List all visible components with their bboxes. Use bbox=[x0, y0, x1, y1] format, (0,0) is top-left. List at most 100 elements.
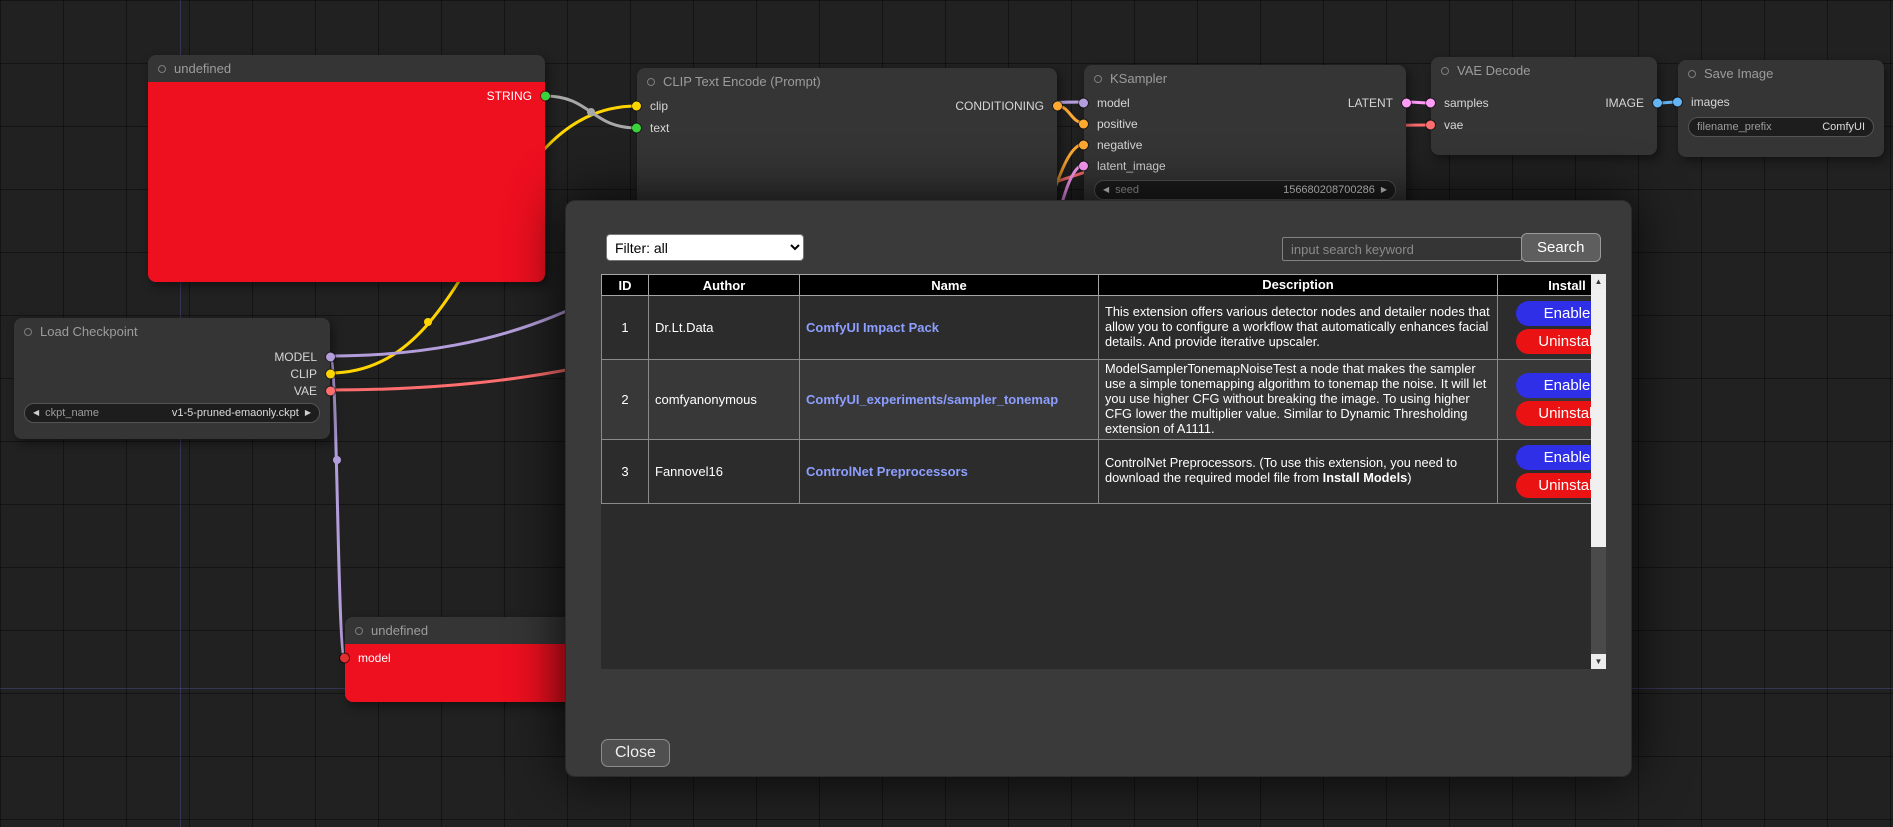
model-input-label: model bbox=[1097, 96, 1130, 110]
search-input[interactable] bbox=[1282, 237, 1522, 261]
wire-midpoint-dot bbox=[587, 108, 595, 116]
node-body: MODEL CLIP VAE ◀ ckpt_name v1-5-pruned-e… bbox=[14, 345, 330, 439]
image-output-dot[interactable] bbox=[1653, 99, 1662, 108]
model-input-dot[interactable] bbox=[340, 654, 349, 663]
node-title: Load Checkpoint bbox=[40, 324, 138, 339]
wire-model-to-undefined bbox=[330, 356, 345, 659]
next-arrow-icon[interactable]: ▶ bbox=[305, 409, 311, 417]
model-input-label: model bbox=[358, 651, 391, 665]
vae-input-dot[interactable] bbox=[1426, 121, 1435, 130]
extension-id: 3 bbox=[602, 439, 649, 503]
collapse-toggle-icon[interactable] bbox=[1094, 75, 1102, 83]
ckpt-name-label: ckpt_name bbox=[45, 407, 99, 419]
node-title: Save Image bbox=[1704, 66, 1773, 81]
extension-description: ModelSamplerTonemapNoiseTest a node that… bbox=[1099, 360, 1498, 440]
images-input-dot[interactable] bbox=[1673, 98, 1682, 107]
string-output-label: STRING bbox=[487, 89, 532, 103]
extension-id: 2 bbox=[602, 360, 649, 440]
extension-description: ControlNet Preprocessors. (To use this e… bbox=[1099, 439, 1498, 503]
node-header[interactable]: undefined bbox=[345, 617, 575, 644]
node-load-checkpoint[interactable]: Load Checkpoint MODEL CLIP VAE ◀ ckpt_na… bbox=[14, 318, 330, 439]
vae-input-label: vae bbox=[1444, 118, 1463, 132]
clip-output-label: CLIP bbox=[290, 367, 317, 381]
extensions-table-body: 1Dr.Lt.DataComfyUI Impact PackThis exten… bbox=[602, 296, 1607, 504]
search-button[interactable]: Search bbox=[1521, 233, 1601, 262]
extension-link[interactable]: ComfyUI_experiments/sampler_tonemap bbox=[806, 392, 1058, 407]
close-button[interactable]: Close bbox=[601, 739, 670, 767]
node-header[interactable]: Load Checkpoint bbox=[14, 318, 330, 345]
filename-prefix-label: filename_prefix bbox=[1697, 121, 1772, 133]
custom-nodes-dialog: Filter: all Search ID Author Name Descri… bbox=[565, 200, 1632, 777]
extension-row: 3Fannovel16ControlNet PreprocessorsContr… bbox=[602, 439, 1607, 503]
node-vae-decode[interactable]: VAE Decode samples IMAGE vae bbox=[1431, 57, 1657, 155]
extensions-table-container: ID Author Name Description Install 1Dr.L… bbox=[601, 274, 1606, 669]
model-input-dot[interactable] bbox=[1079, 98, 1088, 107]
conditioning-output-dot[interactable] bbox=[1053, 102, 1062, 111]
images-input-label: images bbox=[1691, 95, 1730, 109]
clip-input-dot[interactable] bbox=[632, 102, 641, 111]
conditioning-output-label: CONDITIONING bbox=[955, 99, 1044, 113]
scrollbar-down-icon[interactable]: ▼ bbox=[1591, 654, 1606, 669]
wire-string bbox=[545, 96, 637, 128]
negative-input-label: negative bbox=[1097, 138, 1142, 152]
collapse-toggle-icon[interactable] bbox=[24, 328, 32, 336]
node-undefined-model[interactable]: undefined model bbox=[345, 617, 575, 702]
filename-prefix-value: ComfyUI bbox=[1822, 121, 1865, 133]
node-header[interactable]: Save Image bbox=[1678, 60, 1884, 87]
ckpt-name-widget[interactable]: ◀ ckpt_name v1-5-pruned-emaonly.ckpt ▶ bbox=[24, 403, 320, 423]
scrollbar-up-icon[interactable]: ▲ bbox=[1591, 274, 1606, 289]
node-body: STRING bbox=[148, 82, 545, 282]
node-title: VAE Decode bbox=[1457, 63, 1530, 78]
model-output-dot[interactable] bbox=[326, 352, 335, 361]
extensions-table: ID Author Name Description Install 1Dr.L… bbox=[601, 274, 1606, 504]
clip-input-label: clip bbox=[650, 99, 668, 113]
scrollbar[interactable]: ▲ ▼ bbox=[1591, 274, 1606, 669]
extension-install-cell: EnableUninstall bbox=[1498, 360, 1607, 440]
node-header[interactable]: CLIP Text Encode (Prompt) bbox=[637, 68, 1057, 95]
header-install: Install bbox=[1498, 275, 1607, 296]
positive-input-dot[interactable] bbox=[1079, 119, 1088, 128]
header-name: Name bbox=[800, 275, 1099, 296]
samples-input-dot[interactable] bbox=[1426, 99, 1435, 108]
extension-id: 1 bbox=[602, 296, 649, 360]
extension-row: 2comfyanonymous ComfyUI_experiments/sampl… bbox=[602, 360, 1607, 440]
collapse-toggle-icon[interactable] bbox=[158, 65, 166, 73]
extension-author: comfyanonymous bbox=[649, 360, 800, 440]
extension-author: Dr.Lt.Data bbox=[649, 296, 800, 360]
collapse-toggle-icon[interactable] bbox=[1688, 70, 1696, 78]
node-header[interactable]: KSampler bbox=[1084, 65, 1406, 92]
increment-arrow-icon[interactable]: ▶ bbox=[1381, 186, 1387, 194]
previous-arrow-icon[interactable]: ◀ bbox=[33, 409, 39, 417]
collapse-toggle-icon[interactable] bbox=[355, 627, 363, 635]
model-output-label: MODEL bbox=[274, 350, 317, 364]
node-save-image[interactable]: Save Image images filename_prefix ComfyU… bbox=[1678, 60, 1884, 157]
decrement-arrow-icon[interactable]: ◀ bbox=[1103, 186, 1109, 194]
scrollbar-thumb[interactable] bbox=[1591, 289, 1606, 547]
collapse-toggle-icon[interactable] bbox=[647, 78, 655, 86]
filter-select[interactable]: Filter: all bbox=[606, 234, 804, 261]
extension-link[interactable]: ComfyUI Impact Pack bbox=[806, 320, 939, 335]
clip-output-dot[interactable] bbox=[326, 369, 335, 378]
node-body: images filename_prefix ComfyUI bbox=[1678, 87, 1884, 157]
seed-widget[interactable]: ◀ seed 156680208700286 ▶ bbox=[1094, 180, 1396, 200]
node-undefined-string[interactable]: undefined STRING bbox=[148, 55, 545, 282]
extension-install-cell: EnableUninstall bbox=[1498, 296, 1607, 360]
filename-prefix-widget[interactable]: filename_prefix ComfyUI bbox=[1688, 117, 1874, 137]
samples-input-label: samples bbox=[1444, 96, 1489, 110]
node-header[interactable]: undefined bbox=[148, 55, 545, 82]
collapse-toggle-icon[interactable] bbox=[1441, 67, 1449, 75]
vae-output-dot[interactable] bbox=[326, 386, 335, 395]
negative-input-dot[interactable] bbox=[1079, 140, 1088, 149]
image-output-label: IMAGE bbox=[1605, 96, 1644, 110]
text-input-label: text bbox=[650, 121, 669, 135]
node-header[interactable]: VAE Decode bbox=[1431, 57, 1657, 84]
node-title: undefined bbox=[371, 623, 428, 638]
node-title: KSampler bbox=[1110, 71, 1167, 86]
latent-output-dot[interactable] bbox=[1402, 98, 1411, 107]
string-output-dot[interactable] bbox=[541, 91, 550, 100]
latent-image-input-dot[interactable] bbox=[1079, 161, 1088, 170]
extension-link[interactable]: ControlNet Preprocessors bbox=[806, 464, 968, 479]
table-header-row: ID Author Name Description Install bbox=[602, 275, 1607, 296]
text-input-dot[interactable] bbox=[632, 124, 641, 133]
header-author: Author bbox=[649, 275, 800, 296]
